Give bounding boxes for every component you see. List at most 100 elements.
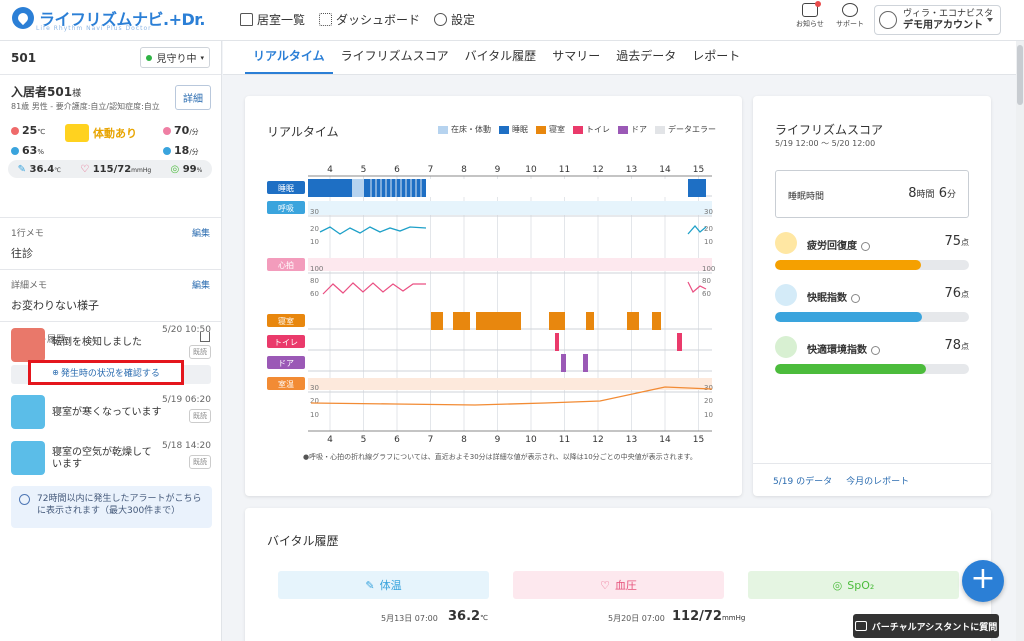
tab-realtime[interactable]: リアルタイム bbox=[245, 41, 333, 74]
hour-tick-bottom: 6 bbox=[394, 435, 400, 445]
alert-info-box: 72時間以内に発生したアラートがこちらに表示されます（最大300件まで） bbox=[11, 486, 212, 528]
memo-edit-button[interactable]: 編集 bbox=[192, 278, 210, 291]
hour-tick-bottom: 7 bbox=[428, 435, 434, 445]
respiration-rate: 18/分 bbox=[163, 144, 199, 157]
hour-tick-top: 9 bbox=[495, 165, 501, 175]
one-line-memo: 1行メモ 編集 往診 bbox=[0, 218, 221, 270]
temp-band bbox=[308, 378, 712, 390]
watch-status-select[interactable]: 見守り中 ▾ bbox=[140, 47, 210, 68]
door-block bbox=[561, 354, 566, 372]
temp-scale-left: 30 bbox=[310, 384, 319, 392]
bp-reading-date: 5月20日 07:00 bbox=[608, 614, 665, 623]
resident-detail-button[interactable]: 詳細 bbox=[175, 85, 211, 110]
virtual-assistant-button[interactable]: バーチャルアシスタントに質問 bbox=[853, 614, 999, 638]
resp-scale-right: 10 bbox=[704, 238, 713, 246]
hour-tick-bottom: 12 bbox=[592, 435, 603, 445]
account-menu[interactable]: ヴィラ・エコナビスタ デモ用アカウント bbox=[874, 5, 1001, 35]
score-panel: ライフリズムスコア 5/19 12:00 〜 5/20 12:00 睡眠時間 8… bbox=[753, 96, 991, 496]
sleep-time-label: 睡眠時間 bbox=[788, 192, 825, 202]
tab-vital-history[interactable]: バイタル履歴 bbox=[457, 41, 545, 74]
oxygen-icon: ◎ bbox=[832, 578, 843, 592]
resident-card: 入居者501様 81歳 男性 - 要介護度:自立/認知症度:自立 詳細 25℃ … bbox=[0, 75, 221, 218]
metric-bar bbox=[775, 312, 969, 322]
hour-tick-bottom: 11 bbox=[559, 435, 570, 445]
monthly-report-link[interactable]: 今月のレポート bbox=[846, 474, 909, 487]
notification-dot bbox=[814, 1, 821, 7]
thermometer-icon: ✎ bbox=[17, 163, 27, 175]
dashboard-icon bbox=[319, 13, 333, 26]
hour-tick-top: 8 bbox=[461, 165, 467, 175]
vital-history-title: バイタル履歴 bbox=[267, 534, 339, 548]
page-scrollbar[interactable] bbox=[1016, 41, 1024, 641]
hour-tick-top: 15 bbox=[693, 165, 704, 175]
realtime-note: ●呼吸・心拍の折れ線グラフについては、直近およそ30分は詳細な値が表示され、以降… bbox=[303, 453, 697, 461]
body-temp-tile[interactable]: ✎ 体温 bbox=[278, 571, 489, 599]
help-icon[interactable] bbox=[861, 241, 870, 251]
hour-tick-bottom: 8 bbox=[461, 435, 467, 445]
notifications-button[interactable]: お知らせ bbox=[796, 1, 824, 29]
tab-liferhythm-score[interactable]: ライフリズムスコア bbox=[333, 41, 457, 74]
resp-scale-right: 30 bbox=[704, 208, 713, 216]
tab-summary[interactable]: サマリー bbox=[544, 41, 608, 74]
alert-time: 5/19 06:20 bbox=[161, 395, 211, 405]
spo2-tile[interactable]: ◎ SpO₂ bbox=[748, 571, 959, 599]
nav-settings[interactable]: 設定 bbox=[434, 11, 475, 28]
alert-item[interactable]: 寝室が寒くなっています 5/19 06:20 既読 bbox=[0, 395, 222, 435]
row-label: ドア bbox=[278, 359, 294, 368]
comfort-env-metric: 快適環境指数 78点 bbox=[775, 336, 969, 376]
alert-text: 寝室が寒くなっています bbox=[52, 407, 162, 418]
metric-bar-fill bbox=[775, 312, 923, 322]
hour-tick-top: 4 bbox=[327, 165, 333, 175]
add-button[interactable]: + bbox=[962, 560, 1004, 602]
sleep-time-value: 8時間 6分 bbox=[908, 186, 956, 201]
room-number: 501 bbox=[11, 50, 37, 65]
metric-bar-fill bbox=[775, 364, 927, 374]
blood-pressure: ♡ 115/72mmHg bbox=[80, 163, 152, 175]
heart-scale-left: 80 bbox=[310, 277, 319, 285]
row-label: 呼吸 bbox=[278, 203, 294, 213]
heart-scale-left: 60 bbox=[310, 290, 319, 298]
nav-room-list[interactable]: 居室一覧 bbox=[240, 11, 305, 28]
support-button[interactable]: サポート bbox=[836, 3, 864, 29]
blood-pressure-tile[interactable]: ♡ 血圧 bbox=[513, 571, 724, 599]
realtime-chart: 4 4 5 5 6 6 7 7 8 8 9 9 10 10 11 11 12 12 13 13 14 14 15 15 睡眠呼吸… bbox=[267, 165, 715, 445]
toilet-block bbox=[677, 333, 682, 351]
heart-scale-right: 100 bbox=[702, 265, 715, 273]
bedroom-block bbox=[476, 312, 521, 330]
nav-dashboard[interactable]: ダッシュボード bbox=[319, 11, 420, 28]
row-label: 室温 bbox=[278, 379, 294, 389]
resp-scale-left: 20 bbox=[310, 225, 319, 233]
oxygen-icon: ◎ bbox=[170, 163, 180, 175]
hour-tick-bottom: 4 bbox=[327, 435, 333, 445]
sleep-time-box: 睡眠時間 8時間 6分 bbox=[775, 170, 969, 218]
heart-scale-left: 100 bbox=[310, 265, 323, 273]
sleep-block bbox=[688, 179, 706, 197]
hour-tick-top: 12 bbox=[592, 165, 603, 175]
memo-edit-button[interactable]: 編集 bbox=[192, 226, 210, 239]
resp-scale-left: 30 bbox=[310, 208, 319, 216]
metric-value: 76点 bbox=[944, 286, 969, 301]
alert-item[interactable]: 転倒を検知しました 5/20 10:50 既読 ⊕ 発生時の状況を確認する bbox=[0, 323, 222, 387]
day-data-link[interactable]: 5/19 のデータ bbox=[773, 474, 832, 487]
help-icon[interactable] bbox=[871, 345, 880, 355]
alert-time: 5/20 10:50 bbox=[161, 325, 211, 335]
hour-tick-top: 13 bbox=[626, 165, 637, 175]
row-label: 心拍 bbox=[278, 260, 294, 270]
help-icon bbox=[842, 3, 858, 17]
scroll-thumb[interactable] bbox=[1017, 45, 1023, 105]
heart-line bbox=[322, 282, 426, 295]
heart-rate: 70/分 bbox=[163, 124, 199, 137]
tab-report[interactable]: レポート bbox=[684, 41, 748, 74]
fall-alert-icon bbox=[11, 328, 45, 362]
status-dot-icon bbox=[146, 54, 153, 61]
row-label: トイレ bbox=[274, 338, 298, 347]
row-label: 睡眠 bbox=[278, 184, 294, 193]
memo-label: 1行メモ bbox=[11, 229, 44, 239]
alert-item[interactable]: 寝室の空気が乾燥しています 5/18 14:20 既読 bbox=[0, 441, 222, 483]
help-icon[interactable] bbox=[851, 293, 860, 303]
account-facility: ヴィラ・エコナビスタ bbox=[903, 9, 994, 19]
resp-band bbox=[308, 201, 712, 215]
tab-past-data[interactable]: 過去データ bbox=[608, 41, 684, 74]
confirm-situation-link[interactable]: ⊕ 発生時の状況を確認する bbox=[28, 360, 184, 385]
door-block bbox=[583, 354, 588, 372]
